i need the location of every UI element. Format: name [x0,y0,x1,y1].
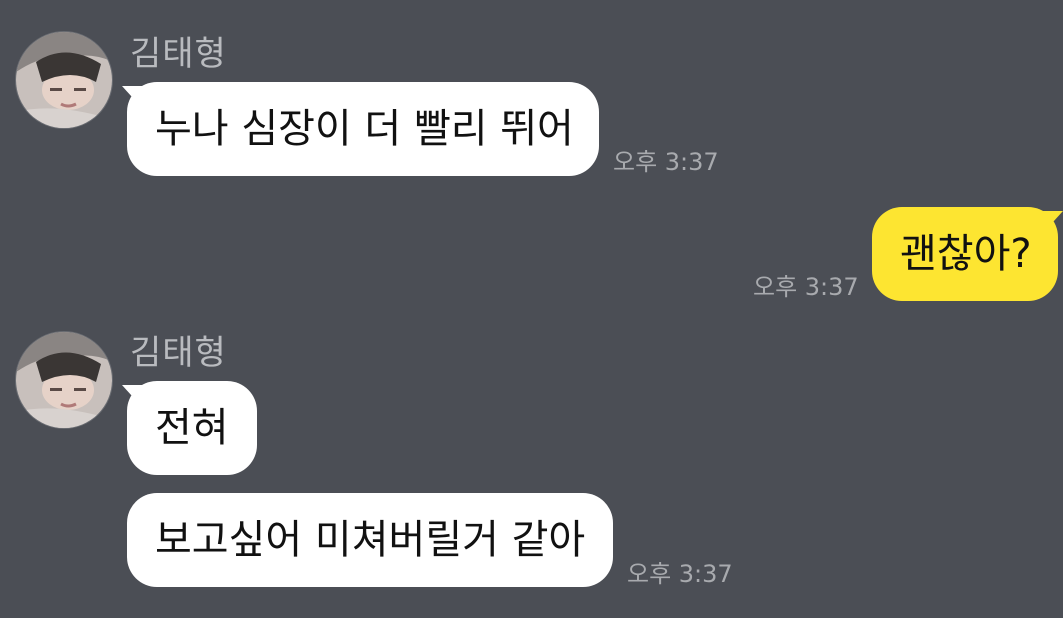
sender-avatar[interactable] [15,331,113,429]
sender-name: 김태형 [130,333,227,373]
message-text: 괜찮아? [900,231,1032,277]
sender-avatar[interactable] [15,31,113,129]
message-timestamp: 오후 3:37 [613,148,719,176]
message-bubble-incoming[interactable]: 보고싶어 미쳐버릴거 같아 [127,493,613,587]
message-bubble-incoming[interactable]: 누나 심장이 더 빨리 뛰어 [127,82,599,176]
message-timestamp: 오후 3:37 [627,560,733,588]
message-text: 누나 심장이 더 빨리 뛰어 [155,106,574,152]
bubble-tail [1043,211,1063,233]
message-bubble-incoming[interactable]: 전혀 [127,381,257,475]
message-timestamp: 오후 3:37 [753,273,859,301]
message-text: 전혀 [155,405,229,451]
message-text: 보고싶어 미쳐버릴거 같아 [155,517,586,563]
message-bubble-outgoing[interactable]: 괜찮아? [872,207,1058,301]
sender-name: 김태형 [130,34,227,74]
